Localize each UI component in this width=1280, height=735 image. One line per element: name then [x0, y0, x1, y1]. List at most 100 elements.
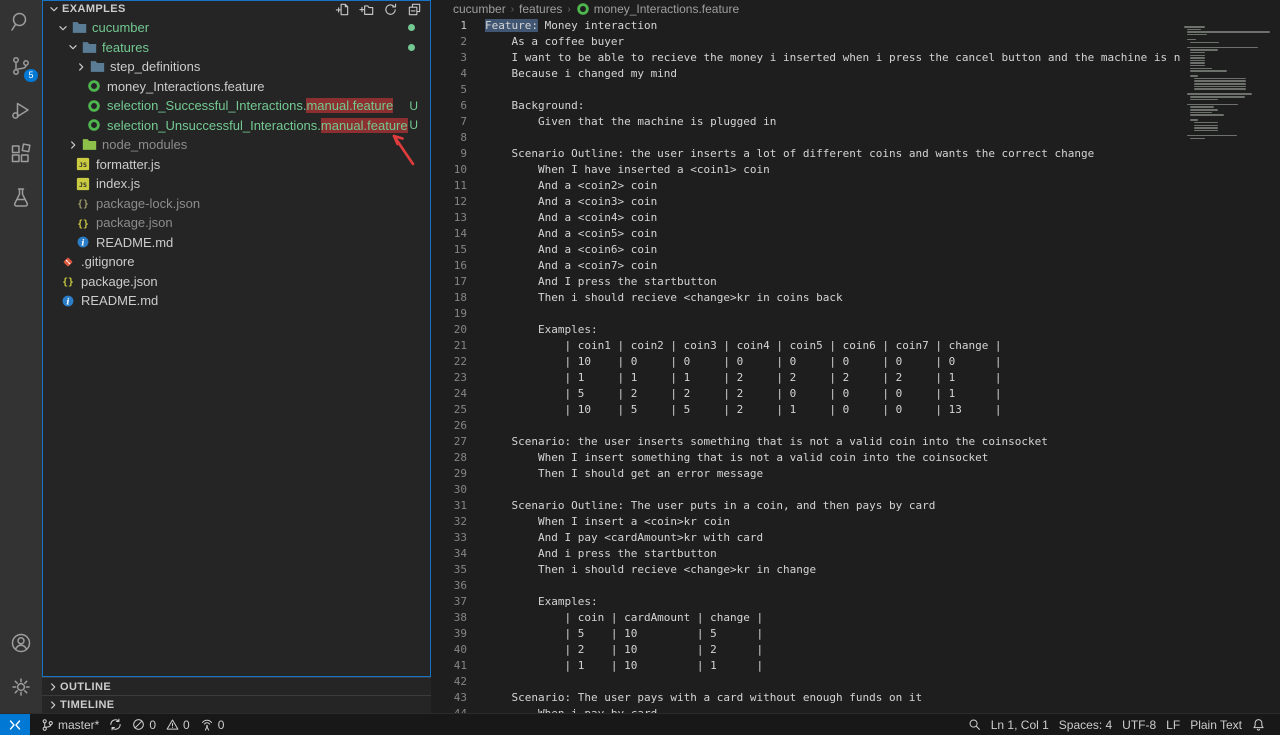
- status-indentation[interactable]: Spaces: 4: [1054, 714, 1117, 735]
- status-eol[interactable]: LF: [1161, 714, 1185, 735]
- status-cursor-position[interactable]: Ln 1, Col 1: [986, 714, 1054, 735]
- folder-icon: [89, 59, 105, 75]
- breadcrumb-label: money_Interactions.feature: [594, 2, 739, 16]
- tree-item-label: package.json: [96, 215, 173, 230]
- line-number: 30: [431, 482, 467, 498]
- status-warnings[interactable]: 0: [161, 714, 195, 735]
- activity-search-icon[interactable]: [0, 0, 42, 44]
- json-dim-icon: {}: [75, 195, 91, 211]
- svg-text:{}: {}: [77, 219, 89, 230]
- tree-item[interactable]: cucumber: [42, 18, 431, 38]
- activity-run-debug-icon[interactable]: [0, 88, 42, 132]
- status-label: master*: [58, 718, 99, 732]
- code-line: When I insert a <coin>kr coin: [467, 514, 730, 530]
- chevron-down-icon: [47, 2, 61, 16]
- line-number: 37: [431, 594, 467, 610]
- activity-settings-icon[interactable]: [0, 665, 42, 709]
- svg-text:i: i: [66, 296, 69, 306]
- refresh-icon[interactable]: [383, 2, 398, 17]
- code-area[interactable]: 1Feature: Money interaction2 As a coffee…: [431, 18, 1280, 713]
- code-line: And a <coin7> coin: [467, 258, 657, 274]
- status-label: 0: [183, 718, 190, 732]
- status-label: UTF-8: [1122, 718, 1156, 732]
- tree-item[interactable]: JSindex.js: [42, 174, 431, 194]
- tree-item-label: formatter.js: [96, 157, 160, 172]
- vscode-window: 5 EXAMPLES cucumberfeaturesstep_definiti…: [0, 0, 1280, 735]
- chevron-right-icon: [66, 138, 81, 152]
- tree-item-label: package.json: [81, 274, 158, 289]
- status-language-mode[interactable]: Plain Text: [1185, 714, 1247, 735]
- bell-icon: [1252, 718, 1265, 731]
- line-number: 24: [431, 386, 467, 402]
- line-number: 8: [431, 130, 467, 146]
- activity-source-control-icon[interactable]: 5: [0, 44, 42, 88]
- breadcrumb-item[interactable]: cucumber: [453, 2, 506, 16]
- minimap[interactable]: [1180, 18, 1280, 713]
- json-icon: {}: [60, 273, 76, 289]
- tree-item[interactable]: money_Interactions.feature: [42, 77, 431, 97]
- status-git-branch[interactable]: master*: [36, 714, 104, 735]
- line-number: 41: [431, 658, 467, 674]
- breadcrumb-separator: ›: [567, 4, 570, 15]
- tree-item[interactable]: .gitignore: [42, 252, 431, 272]
- tree-item[interactable]: node_modules: [42, 135, 431, 155]
- status-zoom[interactable]: [963, 714, 986, 735]
- breadcrumb-item[interactable]: money_Interactions.feature: [576, 2, 739, 16]
- status-sync[interactable]: [104, 714, 127, 735]
- line-number: 26: [431, 418, 467, 434]
- new-file-icon[interactable]: [335, 2, 350, 17]
- code-lines: 1Feature: Money interaction2 As a coffee…: [431, 18, 1280, 713]
- activity-testing-icon[interactable]: [0, 176, 42, 220]
- tree-item[interactable]: features: [42, 38, 431, 58]
- tree-item[interactable]: selection_Successful_Interactions.manual…: [42, 96, 431, 116]
- activity-bar-bottom: [0, 621, 42, 713]
- tree-item[interactable]: iREADME.md: [42, 233, 431, 253]
- tree-item[interactable]: {}package-lock.json: [42, 194, 431, 214]
- tree-item[interactable]: {} package.json: [42, 213, 431, 233]
- status-errors[interactable]: 0: [127, 714, 161, 735]
- git-status-badge: U: [409, 118, 418, 132]
- file-tree: cucumberfeaturesstep_definitions money_In…: [42, 18, 431, 677]
- tree-item[interactable]: step_definitions: [42, 57, 431, 77]
- status-encoding[interactable]: UTF-8: [1117, 714, 1161, 735]
- status-remote[interactable]: [0, 714, 30, 735]
- activity-extensions-icon[interactable]: [0, 132, 42, 176]
- breadcrumbs[interactable]: cucumber›features›money_Interactions.fea…: [431, 0, 1280, 18]
- code-line: | coin1 | coin2 | coin3 | coin4 | coin5 …: [467, 338, 1002, 354]
- code-line: Scenario Outline: The user puts in a coi…: [467, 498, 935, 514]
- line-number: 14: [431, 226, 467, 242]
- breadcrumb-item[interactable]: features: [519, 2, 562, 16]
- line-number: 27: [431, 434, 467, 450]
- js-icon: JS: [75, 156, 91, 172]
- status-ports[interactable]: 0: [195, 714, 230, 735]
- explorer-section-header[interactable]: EXAMPLES: [42, 0, 431, 18]
- collapse-all-icon[interactable]: [407, 2, 422, 17]
- code-line: [467, 674, 485, 690]
- line-number: 38: [431, 610, 467, 626]
- tree-item-label: step_definitions: [110, 59, 200, 74]
- code-line: Scenario: the user inserts something tha…: [467, 434, 1048, 450]
- activity-accounts-icon[interactable]: [0, 621, 42, 665]
- tree-item[interactable]: {} package.json: [42, 272, 431, 292]
- info-icon: i: [60, 293, 76, 309]
- workbench: 5 EXAMPLES cucumberfeaturesstep_definiti…: [0, 0, 1280, 713]
- line-number: 1: [431, 18, 467, 34]
- timeline-section[interactable]: TIMELINE: [42, 695, 431, 713]
- folder-icon: [71, 20, 87, 36]
- tree-item[interactable]: iREADME.md: [42, 291, 431, 311]
- status-label: Spaces: 4: [1059, 718, 1112, 732]
- breadcrumb-label: features: [519, 2, 562, 16]
- outline-section[interactable]: OUTLINE: [42, 677, 431, 695]
- tree-item[interactable]: JS formatter.js: [42, 155, 431, 175]
- tree-item[interactable]: selection_Unsuccessful_Interactions.manu…: [42, 116, 431, 136]
- info-icon: i: [75, 234, 91, 250]
- code-line: | 5 | 10 | 5 |: [467, 626, 763, 642]
- cucumber-icon: [86, 78, 102, 94]
- branch-icon: [41, 718, 54, 732]
- status-notifications[interactable]: [1247, 714, 1270, 735]
- explorer-actions: [335, 2, 422, 17]
- git-status-badge: U: [409, 99, 418, 113]
- folder-green-icon: [81, 137, 97, 153]
- explorer-section-title: EXAMPLES: [62, 3, 335, 15]
- new-folder-icon[interactable]: [359, 2, 374, 17]
